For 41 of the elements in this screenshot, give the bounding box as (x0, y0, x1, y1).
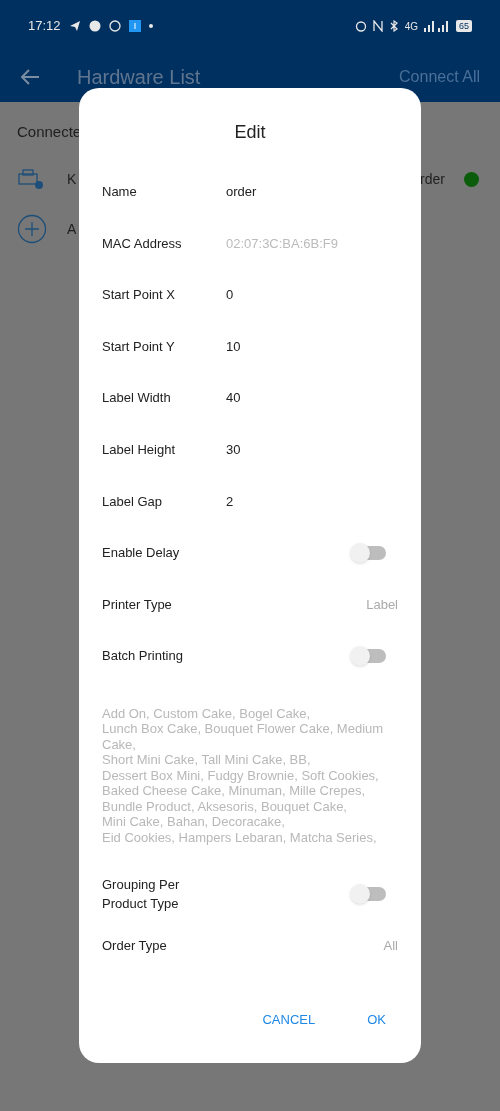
field-label: Enable Delay (102, 544, 181, 563)
add-circle-icon[interactable] (17, 214, 47, 244)
dialog-title: Edit (234, 121, 266, 144)
toggle-switch[interactable] (352, 649, 386, 664)
toggle-switch[interactable] (352, 887, 386, 902)
dialog-button[interactable]: CANCEL (258, 1005, 320, 1033)
back-arrow-icon[interactable] (20, 68, 40, 86)
field-label: Batch Printing (102, 647, 184, 666)
paper-plane-icon (68, 20, 81, 32)
field-label: Label Gap (102, 492, 163, 511)
toggle-switch[interactable] (352, 545, 386, 560)
nfc-icon (372, 20, 383, 32)
dot-icon (148, 24, 153, 28)
input-field[interactable]: 40 (226, 388, 402, 408)
field-label: Order Type (102, 937, 168, 956)
dialog-button[interactable]: OK (363, 1005, 390, 1033)
network-type: 4G (404, 19, 418, 34)
product-type-list: Add On, Custom Cake, Bogel Cake, Lunch Box Cake, Bouquet Flower Cake, Medium Cake, Short Mini Cake, Tall Mini Cake, BB, Dessert Box Mini, Fudgy Brownie, Soft Cookies, Baked Cheese Cake, Minuman, Mille Crepes, Bundle Product, Aksesoris, Bouquet Cake, Mini Cake, Bahan, Decoracake, Eid Cookies, Hampers Lebaran, Matcha Series, (102, 705, 398, 846)
add-label: A (67, 219, 77, 239)
field-label: Start Point Y (102, 337, 176, 356)
bluetooth-icon (388, 20, 399, 32)
printer-icon (17, 168, 45, 190)
input-field[interactable]: order (226, 182, 402, 202)
input-field[interactable]: 10 (226, 336, 402, 357)
app-bar-title: Hardware List (77, 65, 201, 90)
field-label: Label Width (102, 389, 172, 408)
field-label: Name (102, 183, 138, 202)
device-name: K (67, 169, 77, 189)
battery-level: 65 (456, 20, 472, 32)
field-label: Printer Type (102, 595, 173, 614)
section-title: Connecte (17, 123, 82, 140)
device-label: rder (420, 169, 445, 189)
input-field[interactable]: 30 (226, 440, 402, 460)
field-label: MAC Address (102, 234, 183, 253)
field-label: Grouping Per Product Type (102, 875, 181, 914)
status-time: 17:12 (28, 17, 61, 36)
field-label: Label Height (102, 441, 176, 459)
input-field[interactable]: 2 (226, 491, 402, 512)
signal-icon (424, 20, 450, 32)
input-field[interactable]: 0 (226, 285, 402, 305)
field-label: Start Point X (102, 286, 176, 305)
